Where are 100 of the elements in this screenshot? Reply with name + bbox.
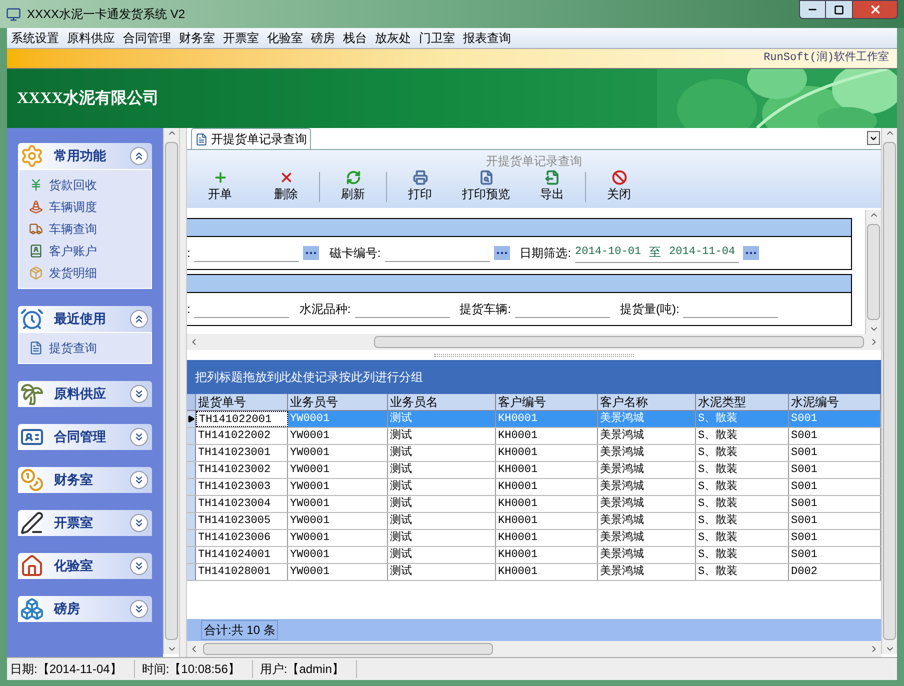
toolbar-button[interactable]: 打印预览 [453,170,519,203]
sidebar-item[interactable]: 发货明细 [49,264,97,282]
sidebar-item[interactable]: 客户账户 [49,242,97,260]
lookup-button[interactable] [743,246,760,260]
column-header[interactable]: 提货单号 [196,394,288,410]
sidebar-item[interactable]: 车辆查询 [49,220,97,238]
table-cell: 测试 [388,496,496,512]
collapse-button[interactable] [130,514,148,532]
table-cell: S、散装 [696,428,789,444]
sidebar-group-header[interactable]: 最近使用 [18,306,152,332]
tab[interactable]: 开提货单记录查询 [191,128,311,149]
date-range-field[interactable]: 2014-10-01 至 2014-11-04 [575,244,740,262]
table-cell: 测试 [388,479,496,495]
sidebar-group-header[interactable]: 化验室 [18,553,152,579]
sidebar-group-header[interactable]: 合同管理 [18,424,152,450]
scroll-thumb[interactable] [867,224,880,320]
toolbar-button[interactable]: 开单 [187,170,253,203]
lookup-button[interactable] [303,246,320,260]
tab-list-button[interactable] [867,131,880,145]
toolbar-button[interactable]: 刷新 [320,170,386,203]
horizontal-scrollbar[interactable] [187,334,881,350]
scroll-thumb[interactable] [374,336,864,348]
company-name: XXXX水泥有限公司 [17,88,160,108]
table-row[interactable]: TH141023003 YW0001 测试 KH0001 美景鸿城 S、散装 S001 [187,479,881,496]
maximize-button[interactable] [826,0,852,19]
table-row[interactable]: TH141023004 YW0001 测试 KH0001 美景鸿城 S、散装 S001 [187,496,881,513]
brand-text: RunSoft(润)软件工作室 [764,50,889,66]
table-cell: YW0001 [288,445,388,461]
table-cell: KH0001 [496,564,598,580]
sidebar-group-header[interactable]: 财务室 [18,467,152,493]
table-cell: KH0001 [496,479,598,495]
scroll-thumb[interactable] [165,142,178,640]
sidebar-item[interactable]: 提货查询 [49,339,97,357]
table-cell: 美景鸿城 [598,411,696,427]
table-row[interactable]: TH141023005 YW0001 测试 KH0001 美景鸿城 S、散装 S001 [187,513,881,530]
table-row[interactable]: TH141023006 YW0001 测试 KH0001 美景鸿城 S、散装 S001 [187,530,881,547]
toolbar-button[interactable]: 导出 [519,170,585,203]
column-header[interactable]: 业务员名 [388,394,496,410]
field-label: 磁卡编号: [329,245,381,262]
collapse-button[interactable] [130,471,148,489]
menu-item[interactable]: 开票室 [219,29,263,47]
menu-item[interactable]: 磅房 [307,29,339,47]
column-header[interactable]: 客户编号 [496,394,598,410]
collapse-button[interactable] [130,600,148,618]
table-row[interactable]: TH141028001 YW0001 测试 KH0001 美景鸿城 S、散装 D002 [187,564,881,581]
table-cell: KH0001 [496,513,598,529]
menu-item[interactable]: 化验室 [263,29,307,47]
column-header[interactable]: 客户名称 [598,394,696,410]
house-icon [20,554,44,578]
close-button[interactable] [852,0,898,19]
minimize-button[interactable] [799,0,826,19]
group-title: 合同管理 [54,428,106,446]
menu-item[interactable]: 放灰处 [371,29,415,47]
vertical-scrollbar[interactable] [163,128,179,654]
group-hint: 把列标题拖放到此处使记录按此列进行分组 [195,369,423,386]
field-label: 日期筛选: [520,245,572,262]
table-cell: YW0001 [288,530,388,546]
sidebar-item[interactable]: 货款回收 [49,176,97,194]
group-title: 开票室 [54,514,93,532]
column-header[interactable]: 业务员号 [288,394,388,410]
table-row[interactable]: TH141022002 YW0001 测试 KH0001 美景鸿城 S、散装 S001 [187,428,881,445]
horizontal-scrollbar[interactable] [187,641,881,657]
column-header[interactable]: 水泥类型 [696,394,789,410]
table-row[interactable]: TH141022001 YW0001 测试 KH0001 美景鸿城 S、散装 S001 [187,411,881,428]
menu-item[interactable]: 系统设置 [7,29,63,47]
chevrons-up-icon [133,313,145,325]
scroll-thumb[interactable] [203,643,493,655]
chevrons-down-icon [133,388,145,400]
sidebar-group-header[interactable]: 磅房 [18,596,152,622]
row-indicator[interactable] [187,411,196,427]
toolbar-button[interactable]: 关闭 [586,170,652,203]
scroll-thumb[interactable] [883,142,896,640]
menu-item[interactable]: 报表查询 [459,29,515,47]
toolbar-button[interactable]: 删除 [253,170,319,203]
lookup-button[interactable] [494,246,510,260]
vertical-scrollbar[interactable] [865,210,881,334]
collapse-button[interactable] [130,147,148,165]
menu-item[interactable]: 门卫室 [415,29,459,47]
table-row[interactable]: TH141024001 YW0001 测试 KH0001 美景鸿城 S、散装 S001 [187,547,881,564]
sidebar-group-header[interactable]: 原料供应 [18,381,152,407]
menu-item[interactable]: 栈台 [339,29,371,47]
table-cell: 美景鸿城 [598,496,696,512]
menu-item[interactable]: 原料供应 [63,29,119,47]
menu-item[interactable]: 财务室 [175,29,219,47]
collapse-button[interactable] [130,310,148,328]
table-cell: 美景鸿城 [598,428,696,444]
sidebar-group-header[interactable]: 常用功能 [18,143,152,169]
sidebar-group-header[interactable]: 开票室 [18,510,152,536]
table-row[interactable]: TH141023002 YW0001 测试 KH0001 美景鸿城 S、散装 S001 [187,462,881,479]
vertical-scrollbar[interactable] [881,128,897,654]
collapse-button[interactable] [130,557,148,575]
table-cell: YW0001 [288,564,388,580]
date-separator: 至 [649,244,662,262]
collapse-button[interactable] [130,428,148,446]
menu-item[interactable]: 合同管理 [119,29,175,47]
toolbar-button[interactable]: 打印 [387,170,453,203]
collapse-button[interactable] [130,385,148,403]
sidebar-item[interactable]: 车辆调度 [49,198,97,216]
table-row[interactable]: TH141023001 YW0001 测试 KH0001 美景鸿城 S、散装 S001 [187,445,881,462]
coins-icon [20,468,44,492]
